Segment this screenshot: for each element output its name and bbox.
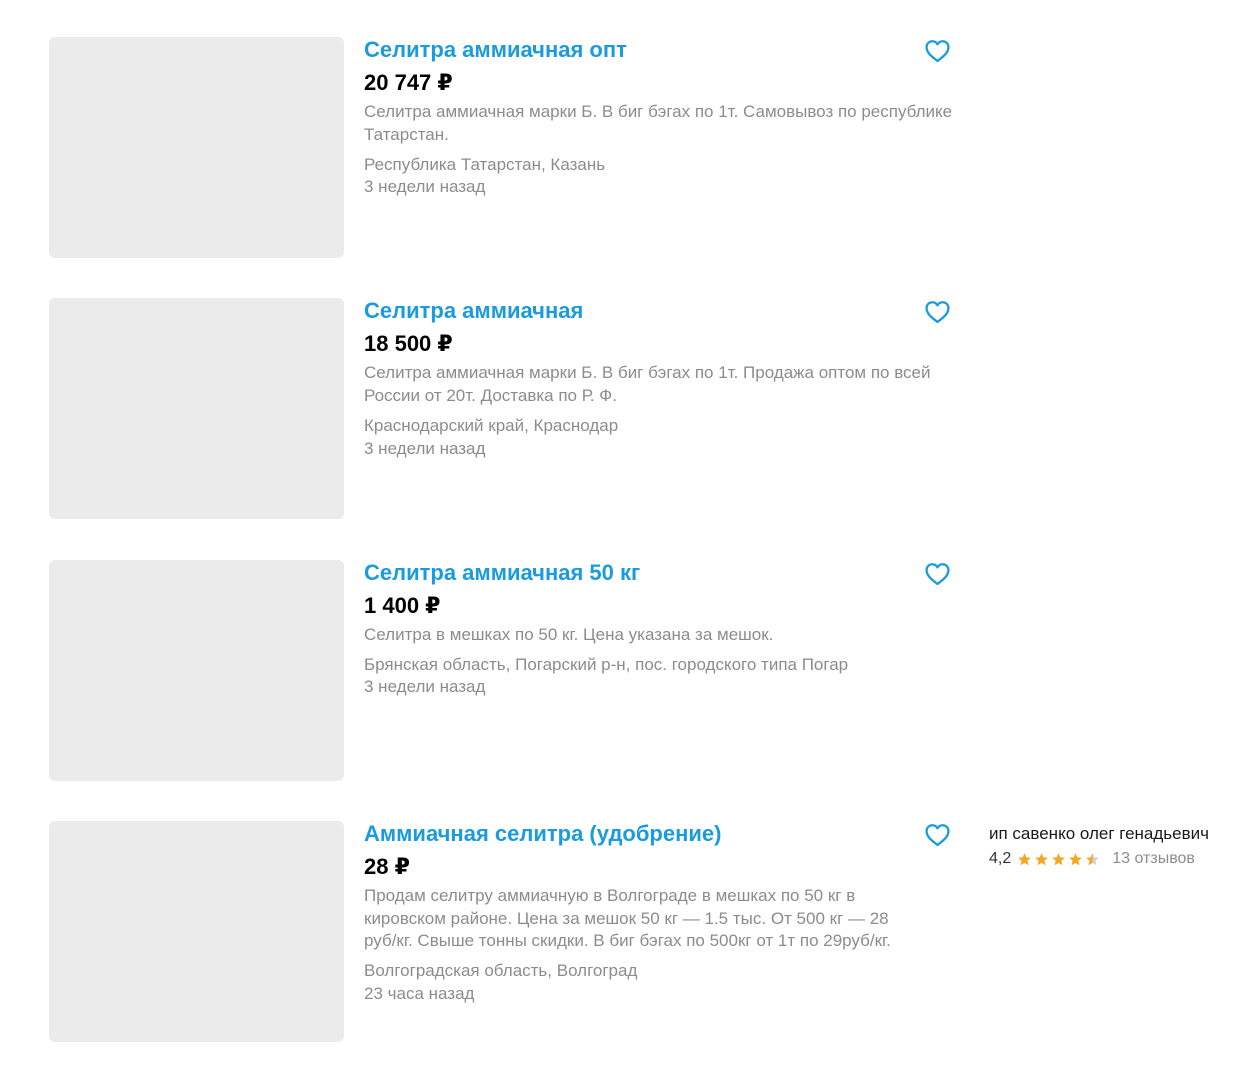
star-icon [1035,852,1049,865]
star-icon [1069,852,1083,865]
favorite-button[interactable] [925,300,950,324]
listing-posted-time: 3 недели назад [364,677,486,696]
listing-posted-time: 3 недели назад [364,177,486,196]
listing-price: 1 400 ₽ [364,593,441,618]
listing-posted-time: 3 недели назад [364,439,486,458]
rating-value: 4,2 [989,850,1012,867]
favorite-button[interactable] [925,39,950,63]
listing-photo-placeholder[interactable] [49,298,344,519]
heart-outline-icon [925,824,950,847]
rating-stars [1017,852,1102,867]
listing-card: Селитра аммиачная 18 500 ₽ Селитра аммиа… [0,298,1242,520]
heart-outline-icon [925,40,950,63]
listing-price: 18 500 ₽ [364,331,453,356]
listing-price: 20 747 ₽ [364,70,453,95]
listing-photo-placeholder[interactable] [49,821,344,1042]
seller-info: ип савенко олег генадьевич 4,2 13 отзыво… [989,823,1239,869]
favorite-button[interactable] [925,823,950,847]
listing-title-link[interactable]: Селитра аммиачная опт [364,37,627,63]
favorite-button[interactable] [925,562,950,586]
listing-card: Селитра аммиачная 50 кг 1 400 ₽ Селитра … [0,560,1242,782]
reviews-count-link[interactable]: 13 отзывов [1112,849,1195,869]
listing-description: Селитра аммиачная марки Б. В биг бэгах п… [364,363,931,405]
listing-location: Брянская область, Погарский р-н, пос. го… [364,655,849,674]
heart-outline-icon [925,301,950,324]
listing-photo-placeholder[interactable] [49,560,344,781]
listing-title-link[interactable]: Селитра аммиачная 50 кг [364,560,640,586]
star-icon [1018,852,1032,865]
listing-description: Продам селитру аммиачную в Волгограде в … [364,886,891,950]
star-half-icon [1086,852,1100,865]
listing-description: Селитра аммиачная марки Б. В биг бэгах п… [364,102,953,144]
listing-photo-placeholder[interactable] [49,37,344,258]
listing-location: Краснодарский край, Краснодар [364,416,619,435]
listing-price: 28 ₽ [364,854,410,879]
star-icon [1052,852,1066,865]
listing-description: Селитра в мешках по 50 кг. Цена указана … [364,625,774,644]
listing-posted-time: 23 часа назад [364,984,475,1003]
listing-location: Республика Татарстан, Казань [364,155,606,174]
listing-title-link[interactable]: Селитра аммиачная [364,298,583,324]
seller-rating: 4,2 13 отзывов [989,849,1239,869]
seller-name-link[interactable]: ип савенко олег генадьевич [989,823,1239,845]
listing-title-link[interactable]: Аммиачная селитра (удобрение) [364,821,721,847]
listing-card: Аммиачная селитра (удобрение) 28 ₽ Прода… [0,821,1242,1043]
heart-outline-icon [925,563,950,586]
listing-location: Волгоградская область, Волгоград [364,961,638,980]
listing-card: Селитра аммиачная опт 20 747 ₽ Селитра а… [0,37,1242,259]
